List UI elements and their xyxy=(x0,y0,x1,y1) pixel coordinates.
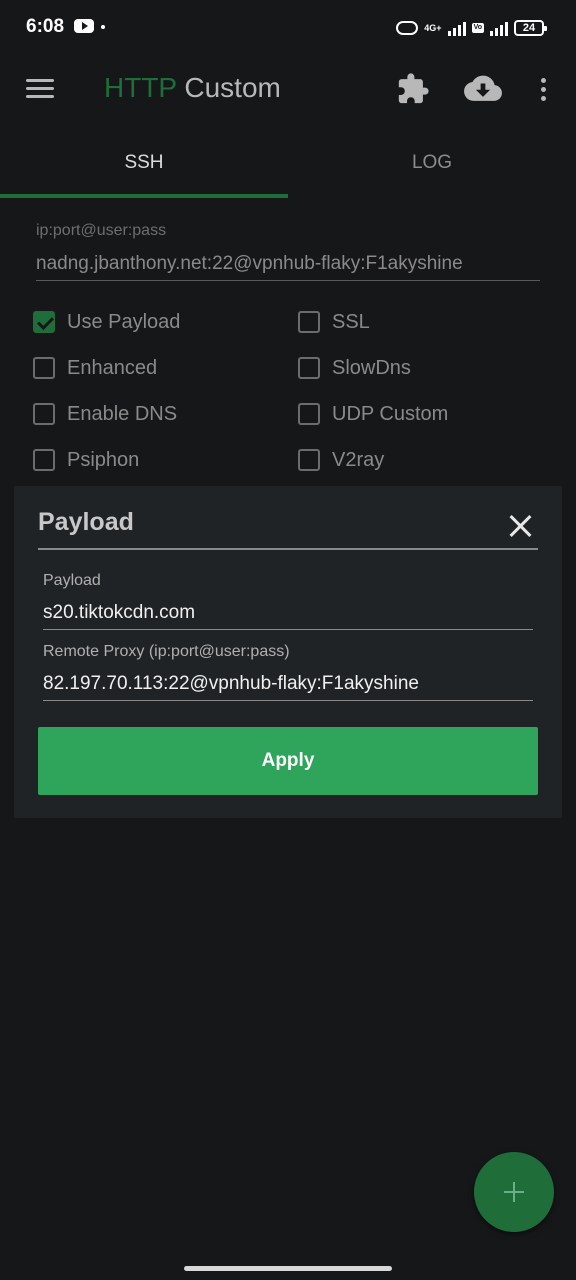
cloud-download-icon[interactable] xyxy=(464,74,502,104)
network-type: 4G+ xyxy=(424,22,442,33)
app-title: HTTP Custom xyxy=(104,72,281,104)
payload-label: Payload xyxy=(43,572,101,589)
option-udp-custom[interactable]: UDP Custom xyxy=(298,399,448,429)
apply-button[interactable]: Apply xyxy=(38,727,538,795)
signal-strength-2-icon xyxy=(490,20,508,36)
option-use-payload[interactable]: Use Payload xyxy=(33,307,180,337)
option-enable-dns[interactable]: Enable DNS xyxy=(33,399,177,429)
notification-dot-icon xyxy=(101,25,105,29)
battery-level: 24 xyxy=(522,22,536,34)
hotspot-link-icon xyxy=(396,21,419,35)
option-label: SSL xyxy=(332,310,370,333)
host-input[interactable]: nadng.jbanthony.net:22@vpnhub-flaky:F1ak… xyxy=(36,250,540,281)
checkbox-icon xyxy=(298,403,320,425)
option-label: Psiphon xyxy=(67,448,140,471)
remote-proxy-input[interactable]: 82.197.70.113:22@vpnhub-flaky:F1akyshine xyxy=(43,670,533,701)
option-label: Enhanced xyxy=(67,356,158,379)
volte-icon: Vo xyxy=(471,23,484,33)
app-title-custom: Custom xyxy=(176,72,281,103)
checkbox-icon xyxy=(298,357,320,379)
checkbox-icon xyxy=(298,311,320,333)
option-label: Enable DNS xyxy=(67,402,178,425)
option-slowdns[interactable]: SlowDns xyxy=(298,353,411,383)
app-title-http: HTTP xyxy=(104,72,177,103)
remote-proxy-label: Remote Proxy (ip:port@user:pass) xyxy=(43,643,290,660)
checkbox-checked-icon xyxy=(33,311,55,333)
battery-icon: 24 xyxy=(514,20,547,36)
payload-input[interactable]: s20.tiktokcdn.com xyxy=(43,599,533,630)
home-indicator[interactable] xyxy=(184,1266,392,1271)
dialog-divider xyxy=(38,548,538,550)
close-icon[interactable] xyxy=(508,514,532,538)
tab-selected-indicator xyxy=(0,194,288,198)
add-fab-button[interactable] xyxy=(474,1152,554,1232)
option-ssl[interactable]: SSL xyxy=(298,307,370,337)
tab-log[interactable]: LOG xyxy=(288,130,576,196)
tab-ssh[interactable]: SSH xyxy=(0,130,288,196)
option-psiphon[interactable]: Psiphon xyxy=(33,445,139,475)
option-label: UDP Custom xyxy=(332,402,449,425)
checkbox-icon xyxy=(298,449,320,471)
option-v2ray[interactable]: V2ray xyxy=(298,445,384,475)
checkbox-icon xyxy=(33,403,55,425)
option-label: V2ray xyxy=(332,448,385,471)
checkbox-icon xyxy=(33,357,55,379)
more-vertical-icon[interactable] xyxy=(534,76,554,104)
status-indicators: 4G+ Vo 24 xyxy=(396,16,547,40)
puzzle-icon[interactable] xyxy=(396,72,430,106)
host-field-label: ip:port@user:pass xyxy=(36,222,167,239)
tab-bar: SSH LOG xyxy=(0,130,576,198)
app-bar: HTTP Custom xyxy=(0,56,576,122)
option-label: Use Payload xyxy=(67,310,181,333)
option-enhanced[interactable]: Enhanced xyxy=(33,353,157,383)
payload-dialog: Payload Payload s20.tiktokcdn.com Remote… xyxy=(14,486,562,818)
checkbox-icon xyxy=(33,449,55,471)
youtube-notification-icon xyxy=(74,19,94,33)
option-label: SlowDns xyxy=(332,356,411,379)
status-bar: 6:08 4G+ Vo 24 xyxy=(0,0,576,56)
signal-strength-icon xyxy=(447,20,466,36)
screen: 6:08 4G+ Vo 24 HTTP Custom SSH LOG ip:po… xyxy=(0,0,576,1280)
hamburger-menu-icon[interactable] xyxy=(26,78,54,100)
status-time: 6:08 xyxy=(26,16,65,37)
dialog-title: Payload xyxy=(38,508,134,536)
